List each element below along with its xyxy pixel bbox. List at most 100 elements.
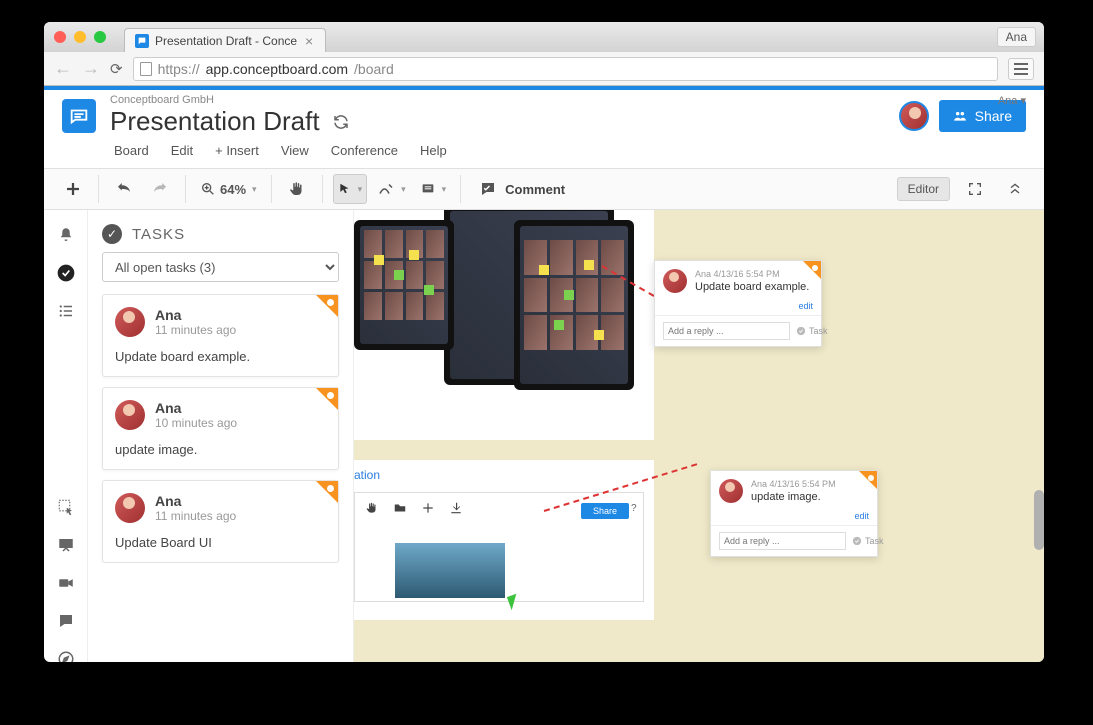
menu-conference[interactable]: Conference [331,143,398,158]
scrollbar-thumb[interactable] [1034,490,1044,550]
task-text: update image. [115,442,326,457]
plus-icon [421,501,435,515]
task-author: Ana [155,400,237,416]
redo-button[interactable] [145,174,175,204]
outline-button[interactable] [55,300,77,322]
org-label: Conceptboard GmbH [110,94,350,106]
undo-button[interactable] [109,174,139,204]
present-button[interactable] [55,534,77,556]
share-label: Share [975,108,1012,124]
explore-button[interactable] [55,648,77,662]
comment-text: Update board example. [695,281,809,293]
side-rail [44,210,88,662]
board-title[interactable]: Presentation Draft [110,106,320,137]
comment-edit-link[interactable]: edit [711,511,877,525]
shape-tool[interactable]: ▾ [416,174,451,204]
app-header: Conceptboard GmbH Presentation Draft Sha… [44,90,1044,137]
video-button[interactable] [55,572,77,594]
tab-title: Presentation Draft - Conce [155,34,297,48]
zoom-value: 64% [220,182,246,197]
avatar [719,479,743,503]
menu-insert[interactable]: + Insert [215,143,259,158]
sync-icon[interactable] [332,113,350,131]
pointer-tool[interactable]: ▾ [333,174,368,204]
menu-help[interactable]: Help [420,143,447,158]
people-icon [953,109,967,123]
conceptboard-logo-icon[interactable] [62,99,96,133]
task-status-corner-icon [859,471,877,489]
board-canvas[interactable]: ation Share ? [354,210,1044,662]
avatar [663,269,687,293]
task-status-corner-icon [316,295,338,317]
zoom-tool[interactable]: 64% ▾ [196,174,261,204]
browser-tab[interactable]: Presentation Draft - Conce × [124,28,326,52]
window-fullscreen-button[interactable] [94,31,106,43]
mark-task-button[interactable]: Task [796,326,828,336]
menu-board[interactable]: Board [114,143,149,158]
select-area-button[interactable] [55,496,77,518]
task-status-corner-icon [803,261,821,279]
comment-reply-input[interactable] [719,532,846,550]
comment-edit-link[interactable]: edit [655,301,821,315]
task-status-corner-icon [316,481,338,503]
comment-reply-input[interactable] [663,322,790,340]
comment-label: Comment [505,182,565,197]
hand-icon [365,501,379,515]
pan-tool[interactable] [282,174,312,204]
draw-tool[interactable]: ▾ [373,174,410,204]
notifications-button[interactable] [55,224,77,246]
fullscreen-button[interactable] [960,174,990,204]
insert-button[interactable] [58,174,88,204]
url-path: /board [354,61,394,77]
canvas-label: ation [354,468,380,482]
task-author: Ana [155,493,236,509]
tab-close-button[interactable]: × [303,35,315,47]
task-card[interactable]: Ana 11 minutes ago Update board example. [102,294,339,377]
browser-menu-button[interactable] [1008,58,1034,80]
user-avatar[interactable] [899,101,929,131]
chevron-down-icon: ▾ [252,184,257,195]
share-mini-button: Share [581,503,629,519]
task-status-corner-icon [316,388,338,410]
task-card[interactable]: Ana 10 minutes ago update image. [102,387,339,470]
window-close-button[interactable] [54,31,66,43]
comment-popup[interactable]: Ana 4/13/16 5:54 PM update image. edit T… [710,470,878,557]
role-indicator[interactable]: Editor [897,177,950,201]
comment-popup[interactable]: Ana 4/13/16 5:54 PM Update board example… [654,260,822,347]
canvas-image-grid [524,240,624,350]
reload-button[interactable]: ⟳ [110,60,123,78]
favicon-icon [135,34,149,48]
task-list: Ana 11 minutes ago Update board example.… [88,294,353,563]
task-text: Update Board UI [115,535,326,550]
comment-button[interactable]: Comment [471,174,573,204]
back-button[interactable]: ← [54,58,72,79]
window-minimize-button[interactable] [74,31,86,43]
menu-view[interactable]: View [281,143,309,158]
task-card[interactable]: Ana 11 minutes ago Update Board UI [102,480,339,563]
browser-profile-button[interactable]: Ana [997,27,1036,47]
url-scheme: https:// [158,61,200,77]
avatar [115,307,145,337]
toolbar: 64% ▾ ▾ ▾ ▾ Comment Editor [44,168,1044,210]
browser-titlebar: Presentation Draft - Conce × Ana [44,22,1044,52]
user-menu-dropdown[interactable]: Ana ▾ [998,94,1026,107]
tasks-heading: TASKS [132,226,185,243]
mark-task-button[interactable]: Task [852,536,884,546]
forward-button[interactable]: → [82,58,100,79]
menu-bar: Board Edit + Insert View Conference Help [44,137,1044,168]
avatar [115,493,145,523]
tasks-filter-select[interactable]: All open tasks (3) [102,252,339,282]
menu-edit[interactable]: Edit [171,143,193,158]
task-author: Ana [155,307,236,323]
tasks-header-icon: ✓ [102,224,122,244]
tasks-button[interactable] [55,262,77,284]
comment-meta: Ana 4/13/16 5:54 PM [751,479,836,489]
canvas-image[interactable]: Share ? [354,492,644,602]
address-bar[interactable]: https:// app.conceptboard.com/board [133,57,998,81]
collapse-button[interactable] [1000,174,1030,204]
canvas-image-grid [364,230,444,320]
url-domain: app.conceptboard.com [206,61,348,77]
download-icon [449,501,463,515]
chat-button[interactable] [55,610,77,632]
browser-urlbar: ← → ⟳ https:// app.conceptboard.com/board [44,52,1044,86]
